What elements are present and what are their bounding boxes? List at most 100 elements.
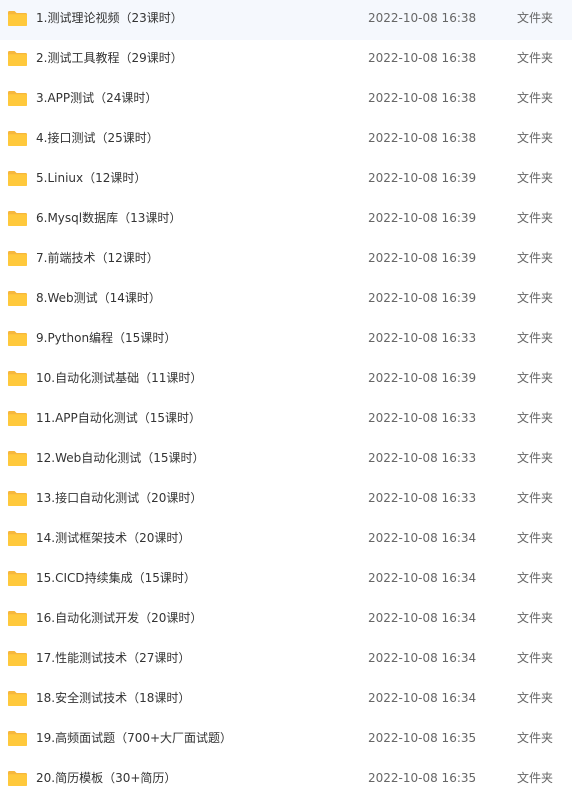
file-name: 12.Web自动化测试（15课时） [36, 451, 205, 465]
folder-icon [7, 770, 28, 787]
file-type: 文件夹 [517, 651, 554, 665]
folder-icon [7, 170, 28, 187]
file-list: 1.测试理论视频（23课时） 2022-10-08 16:38 文件夹 2.测试… [0, 0, 572, 800]
folder-icon [7, 210, 28, 227]
folder-icon [7, 570, 28, 587]
file-name: 10.自动化测试基础（11课时） [36, 371, 203, 385]
file-name: 8.Web测试（14课时） [36, 291, 161, 305]
file-row[interactable]: 13.接口自动化测试（20课时） 2022-10-08 16:33 文件夹 [0, 480, 572, 520]
file-row[interactable]: 6.Mysql数据库（13课时） 2022-10-08 16:39 文件夹 [0, 200, 572, 240]
folder-icon [7, 330, 28, 347]
file-row[interactable]: 2.测试工具教程（29课时） 2022-10-08 16:38 文件夹 [0, 40, 572, 80]
folder-icon [7, 530, 28, 547]
file-row[interactable]: 12.Web自动化测试（15课时） 2022-10-08 16:33 文件夹 [0, 440, 572, 480]
file-row[interactable]: 16.自动化测试开发（20课时） 2022-10-08 16:34 文件夹 [0, 600, 572, 640]
file-row[interactable]: 10.自动化测试基础（11课时） 2022-10-08 16:39 文件夹 [0, 360, 572, 400]
file-name: 2.测试工具教程（29课时） [36, 51, 183, 65]
file-modified-date: 2022-10-08 16:38 [368, 91, 477, 105]
file-name: 7.前端技术（12课时） [36, 251, 159, 265]
file-type: 文件夹 [517, 171, 554, 185]
file-modified-date: 2022-10-08 16:33 [368, 411, 477, 425]
file-type: 文件夹 [517, 291, 554, 305]
file-modified-date: 2022-10-08 16:34 [368, 691, 477, 705]
folder-icon [7, 50, 28, 67]
folder-icon [7, 410, 28, 427]
file-modified-date: 2022-10-08 16:34 [368, 531, 477, 545]
file-name: 5.Liniux（12课时） [36, 171, 147, 185]
file-modified-date: 2022-10-08 16:34 [368, 571, 477, 585]
file-row[interactable]: 14.测试框架技术（20课时） 2022-10-08 16:34 文件夹 [0, 520, 572, 560]
file-row[interactable]: 19.高频面试题（700+大厂面试题） 2022-10-08 16:35 文件夹 [0, 720, 572, 760]
file-type: 文件夹 [517, 211, 554, 225]
folder-icon [7, 370, 28, 387]
file-modified-date: 2022-10-08 16:34 [368, 651, 477, 665]
file-row[interactable]: 8.Web测试（14课时） 2022-10-08 16:39 文件夹 [0, 280, 572, 320]
file-name: 18.安全测试技术（18课时） [36, 691, 191, 705]
file-modified-date: 2022-10-08 16:39 [368, 171, 477, 185]
file-type: 文件夹 [517, 571, 554, 585]
folder-icon [7, 490, 28, 507]
file-row[interactable]: 5.Liniux（12课时） 2022-10-08 16:39 文件夹 [0, 160, 572, 200]
file-modified-date: 2022-10-08 16:35 [368, 731, 477, 745]
file-modified-date: 2022-10-08 16:39 [368, 251, 477, 265]
folder-icon [7, 90, 28, 107]
file-type: 文件夹 [517, 91, 554, 105]
file-name: 19.高频面试题（700+大厂面试题） [36, 731, 233, 745]
folder-icon [7, 650, 28, 667]
folder-icon [7, 290, 28, 307]
file-modified-date: 2022-10-08 16:34 [368, 611, 477, 625]
folder-icon [7, 130, 28, 147]
file-modified-date: 2022-10-08 16:38 [368, 11, 477, 25]
folder-icon [7, 250, 28, 267]
file-name: 14.测试框架技术（20课时） [36, 531, 191, 545]
file-row[interactable]: 18.安全测试技术（18课时） 2022-10-08 16:34 文件夹 [0, 680, 572, 720]
file-type: 文件夹 [517, 451, 554, 465]
file-row[interactable]: 20.简历模板（30+简历） 2022-10-08 16:35 文件夹 [0, 760, 572, 800]
file-type: 文件夹 [517, 771, 554, 785]
file-row[interactable]: 1.测试理论视频（23课时） 2022-10-08 16:38 文件夹 [0, 0, 572, 40]
folder-icon [7, 450, 28, 467]
file-type: 文件夹 [517, 371, 554, 385]
file-modified-date: 2022-10-08 16:33 [368, 491, 477, 505]
file-modified-date: 2022-10-08 16:35 [368, 771, 477, 785]
file-modified-date: 2022-10-08 16:38 [368, 131, 477, 145]
file-row[interactable]: 7.前端技术（12课时） 2022-10-08 16:39 文件夹 [0, 240, 572, 280]
file-row[interactable]: 3.APP测试（24课时） 2022-10-08 16:38 文件夹 [0, 80, 572, 120]
file-type: 文件夹 [517, 531, 554, 545]
file-row[interactable]: 17.性能测试技术（27课时） 2022-10-08 16:34 文件夹 [0, 640, 572, 680]
file-modified-date: 2022-10-08 16:38 [368, 51, 477, 65]
file-row[interactable]: 11.APP自动化测试（15课时） 2022-10-08 16:33 文件夹 [0, 400, 572, 440]
file-name: 11.APP自动化测试（15课时） [36, 411, 202, 425]
file-row[interactable]: 9.Python编程（15课时） 2022-10-08 16:33 文件夹 [0, 320, 572, 360]
file-modified-date: 2022-10-08 16:39 [368, 211, 477, 225]
folder-icon [7, 610, 28, 627]
file-row[interactable]: 15.CICD持续集成（15课时） 2022-10-08 16:34 文件夹 [0, 560, 572, 600]
folder-icon [7, 690, 28, 707]
file-type: 文件夹 [517, 611, 554, 625]
file-name: 6.Mysql数据库（13课时） [36, 211, 182, 225]
folder-icon [7, 10, 28, 27]
file-row[interactable]: 4.接口测试（25课时） 2022-10-08 16:38 文件夹 [0, 120, 572, 160]
file-name: 16.自动化测试开发（20课时） [36, 611, 203, 625]
file-type: 文件夹 [517, 51, 554, 65]
file-name: 15.CICD持续集成（15课时） [36, 571, 196, 585]
file-type: 文件夹 [517, 411, 554, 425]
file-type: 文件夹 [517, 251, 554, 265]
file-modified-date: 2022-10-08 16:39 [368, 371, 477, 385]
folder-icon [7, 730, 28, 747]
file-type: 文件夹 [517, 331, 554, 345]
file-type: 文件夹 [517, 691, 554, 705]
file-modified-date: 2022-10-08 16:39 [368, 291, 477, 305]
file-type: 文件夹 [517, 491, 554, 505]
file-modified-date: 2022-10-08 16:33 [368, 451, 477, 465]
file-name: 1.测试理论视频（23课时） [36, 11, 183, 25]
file-name: 13.接口自动化测试（20课时） [36, 491, 203, 505]
file-name: 17.性能测试技术（27课时） [36, 651, 191, 665]
file-name: 20.简历模板（30+简历） [36, 771, 177, 785]
file-type: 文件夹 [517, 11, 554, 25]
file-name: 4.接口测试（25课时） [36, 131, 159, 145]
file-name: 3.APP测试（24课时） [36, 91, 158, 105]
file-type: 文件夹 [517, 131, 554, 145]
file-name: 9.Python编程（15课时） [36, 331, 177, 345]
file-modified-date: 2022-10-08 16:33 [368, 331, 477, 345]
